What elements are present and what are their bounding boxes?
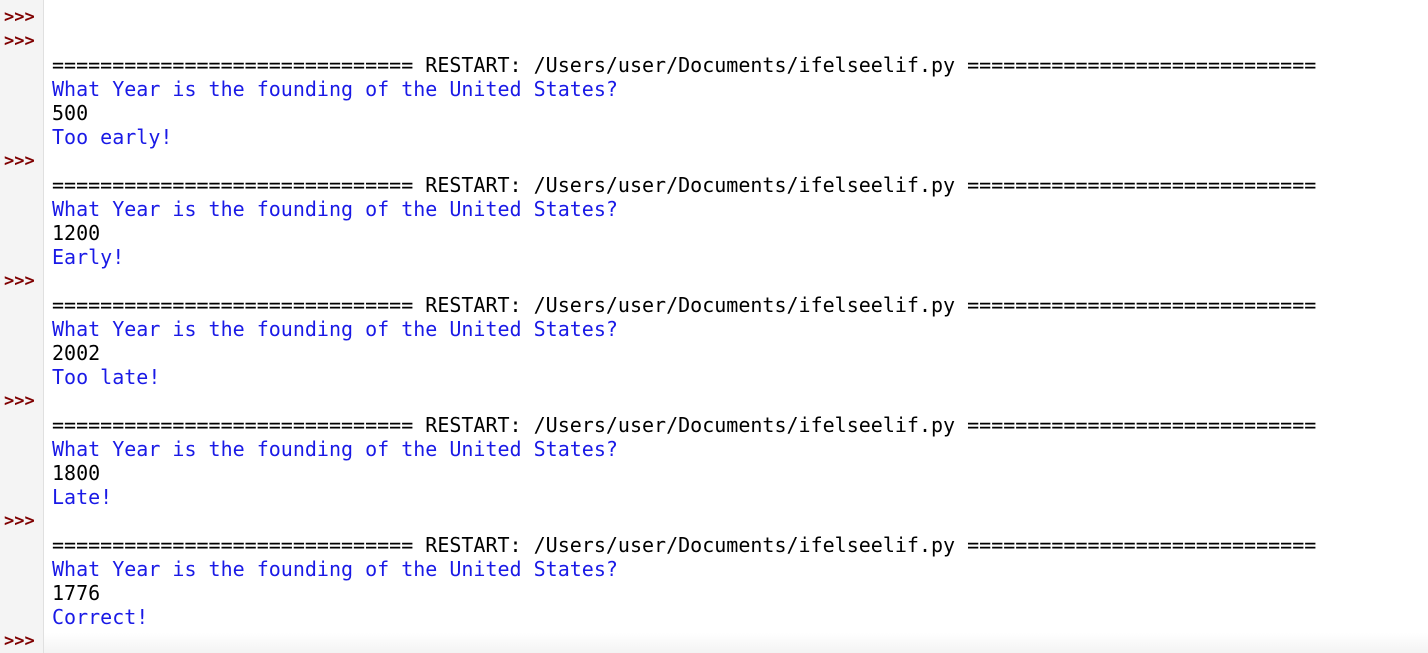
shell-line-stdin: 1800 (0, 461, 1426, 485)
shell-prompt: >>> (4, 7, 35, 27)
restart-banner: ============================== RESTART: … (52, 413, 1317, 437)
user-input-text: 2002 (52, 341, 101, 365)
shell-prompt: >>> (4, 391, 35, 411)
program-output-text: What Year is the founding of the United … (52, 317, 618, 341)
shell-prompt: >>> (4, 31, 35, 51)
shell-line-restart: ============================== RESTART: … (0, 293, 1426, 317)
shell-line-restart: ============================== RESTART: … (0, 533, 1426, 557)
shell-line-stdin: 2002 (0, 341, 1426, 365)
restart-banner: ============================== RESTART: … (52, 53, 1317, 77)
shell-line-stdout: Too early! (0, 125, 1426, 149)
program-output-text: What Year is the founding of the United … (52, 557, 618, 581)
shell-line-prompt: >>> (0, 269, 1426, 293)
program-output-text: Early! (52, 245, 125, 269)
shell-prompt: >>> (4, 151, 35, 171)
shell-prompt: >>> (4, 511, 35, 531)
shell-line-stdout: What Year is the founding of the United … (0, 317, 1426, 341)
user-input-text: 1776 (52, 581, 101, 605)
shell-line-stdin: 1776 (0, 581, 1426, 605)
program-output-text: Correct! (52, 605, 149, 629)
program-output-text: Too early! (52, 125, 173, 149)
shell-line-restart: ============================== RESTART: … (0, 53, 1426, 77)
shell-prompt: >>> (4, 271, 35, 291)
shell-line-restart: ============================== RESTART: … (0, 413, 1426, 437)
user-input-text: 1200 (52, 221, 101, 245)
shell-line-stdout: Too late! (0, 365, 1426, 389)
shell-line-stdin: 1200 (0, 221, 1426, 245)
user-input-text: 1800 (52, 461, 101, 485)
shell-output[interactable]: >>> >>> ============================== RES… (0, 5, 1426, 653)
shell-line-stdin: 500 (0, 101, 1426, 125)
shell-line-stdout: What Year is the founding of the United … (0, 197, 1426, 221)
shell-line-stdout: Correct! (0, 605, 1426, 629)
restart-banner: ============================== RESTART: … (52, 173, 1317, 197)
shell-line-prompt: >>> (0, 149, 1426, 173)
restart-banner: ============================== RESTART: … (52, 293, 1317, 317)
shell-bottom-edge (44, 633, 1428, 653)
shell-line-restart: ============================== RESTART: … (0, 173, 1426, 197)
program-output-text: What Year is the founding of the United … (52, 437, 618, 461)
shell-line-prompt: >>> (0, 389, 1426, 413)
program-output-text: Too late! (52, 365, 161, 389)
program-output-text: What Year is the founding of the United … (52, 77, 618, 101)
restart-banner: ============================== RESTART: … (52, 533, 1317, 557)
shell-prompt: >>> (4, 631, 35, 651)
shell-line-prompt: >>> (0, 5, 1426, 29)
shell-line-stdout: What Year is the founding of the United … (0, 77, 1426, 101)
shell-line-prompt: >>> (0, 29, 1426, 53)
program-output-text: What Year is the founding of the United … (52, 197, 618, 221)
program-output-text: Late! (52, 485, 113, 509)
user-input-text: 500 (52, 101, 89, 125)
shell-line-stdout: What Year is the founding of the United … (0, 557, 1426, 581)
shell-line-prompt: >>> (0, 509, 1426, 533)
shell-line-stdout: Early! (0, 245, 1426, 269)
shell-line-stdout: What Year is the founding of the United … (0, 437, 1426, 461)
shell-line-stdout: Late! (0, 485, 1426, 509)
